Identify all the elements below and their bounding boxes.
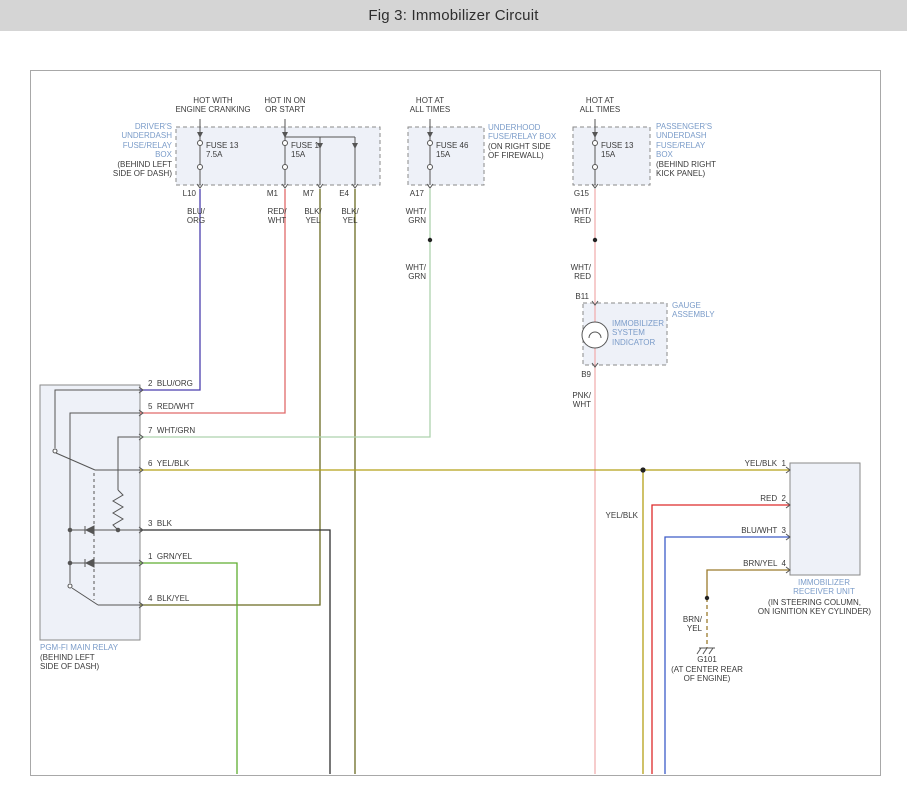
connector-e4-label: E4 (311, 189, 349, 198)
fuse-13b-label: FUSE 13 15A (601, 141, 651, 160)
relay-pin-1-label: 1 GRN/YEL (148, 552, 238, 561)
receiver-unit-location: (IN STEERING COLUMN, ON IGNITION KEY CYL… (737, 598, 892, 617)
ground-g101-label: G101 (687, 655, 727, 664)
underhood-box-location: (ON RIGHT SIDE OF FIREWALL) (488, 142, 598, 161)
connector-l10-label: L10 (158, 189, 196, 198)
relay-location: (BEHIND LEFT SIDE OF DASH) (40, 653, 170, 672)
wire-label-wht-red-upper: WHT/ RED (533, 207, 591, 226)
wire-label-wht-grn-lower: WHT/ GRN (368, 263, 426, 282)
connector-m1-label: M1 (240, 189, 278, 198)
relay-pin-3-label: 3 BLK (148, 519, 238, 528)
splice-dot (593, 238, 597, 242)
immobilizer-indicator-bulb-icon (582, 322, 608, 348)
splice-dot (428, 238, 432, 242)
relay-pin-4-label: 4 BLK/YEL (148, 594, 238, 603)
fuse-1-label: FUSE 1 15A (291, 141, 341, 160)
receiver-pin-2-label: RED 2 (706, 494, 786, 503)
feed-label-hot-at-all-times-2: HOT AT ALL TIMES (540, 96, 660, 115)
feed-label-hot-in-on-or-start: HOT IN ON OR START (225, 96, 345, 115)
drivers-box-location: (BEHIND LEFT SIDE OF DASH) (52, 160, 172, 179)
ground-g101-location: (AT CENTER REAR OF ENGINE) (650, 665, 764, 684)
wire-label-yel-blk: YEL/BLK (578, 511, 638, 520)
relay-pin-6-label: 6 YEL/BLK (148, 459, 238, 468)
feed-label-hot-at-all-times-1: HOT AT ALL TIMES (370, 96, 490, 115)
relay-pin-7-label: 7 WHT/GRN (148, 426, 238, 435)
passenger-box-name: PASSENGER'S UNDERDASH FUSE/RELAY BOX (656, 122, 766, 159)
wire-label-wht-grn-upper: WHT/ GRN (368, 207, 426, 226)
gauge-assembly-name: GAUGE ASSEMBLY (672, 301, 752, 320)
underhood-box-name: UNDERHOOD FUSE/RELAY BOX (488, 123, 598, 142)
junction-dot (640, 467, 645, 472)
relay-pin-5-label: 5 RED/WHT (148, 402, 238, 411)
wire-label-pnk-wht: PNK/ WHT (533, 391, 591, 410)
immobilizer-receiver-box (790, 463, 860, 575)
passenger-box-location: (BEHIND RIGHT KICK PANEL) (656, 160, 766, 179)
receiver-pin-4-label: BRN/YEL 4 (706, 559, 786, 568)
receiver-pin-3-label: BLU/WHT 3 (706, 526, 786, 535)
wiring-diagram (0, 0, 907, 801)
drivers-box-name: DRIVER'S UNDERDASH FUSE/RELAY BOX (52, 122, 172, 159)
connector-b9-label: B9 (553, 370, 591, 379)
relay-name: PGM-FI MAIN RELAY (40, 643, 170, 652)
immobilizer-indicator-label: IMMOBILIZER SYSTEM INDICATOR (612, 319, 682, 347)
fuse-13-label: FUSE 13 7.5A (206, 141, 256, 160)
connector-m7-label: M7 (276, 189, 314, 198)
receiver-pin-1-label: YEL/BLK 1 (706, 459, 786, 468)
connector-g15-label: G15 (551, 189, 589, 198)
figure-page: Fig 3: Immobilizer Circuit (0, 0, 907, 801)
splice-dot (705, 596, 709, 600)
receiver-unit-name: IMMOBILIZER RECEIVER UNIT (774, 578, 874, 597)
wire-label-blu-org: BLU/ ORG (168, 207, 224, 226)
wire-label-wht-red-lower: WHT/ RED (533, 263, 591, 282)
wire-label-brn-yel: BRN/ YEL (662, 615, 702, 634)
connector-b11-label: B11 (551, 292, 589, 301)
connector-a17-label: A17 (386, 189, 424, 198)
relay-pin-2-label: 2 BLU/ORG (148, 379, 238, 388)
fuse-46-label: FUSE 46 15A (436, 141, 486, 160)
